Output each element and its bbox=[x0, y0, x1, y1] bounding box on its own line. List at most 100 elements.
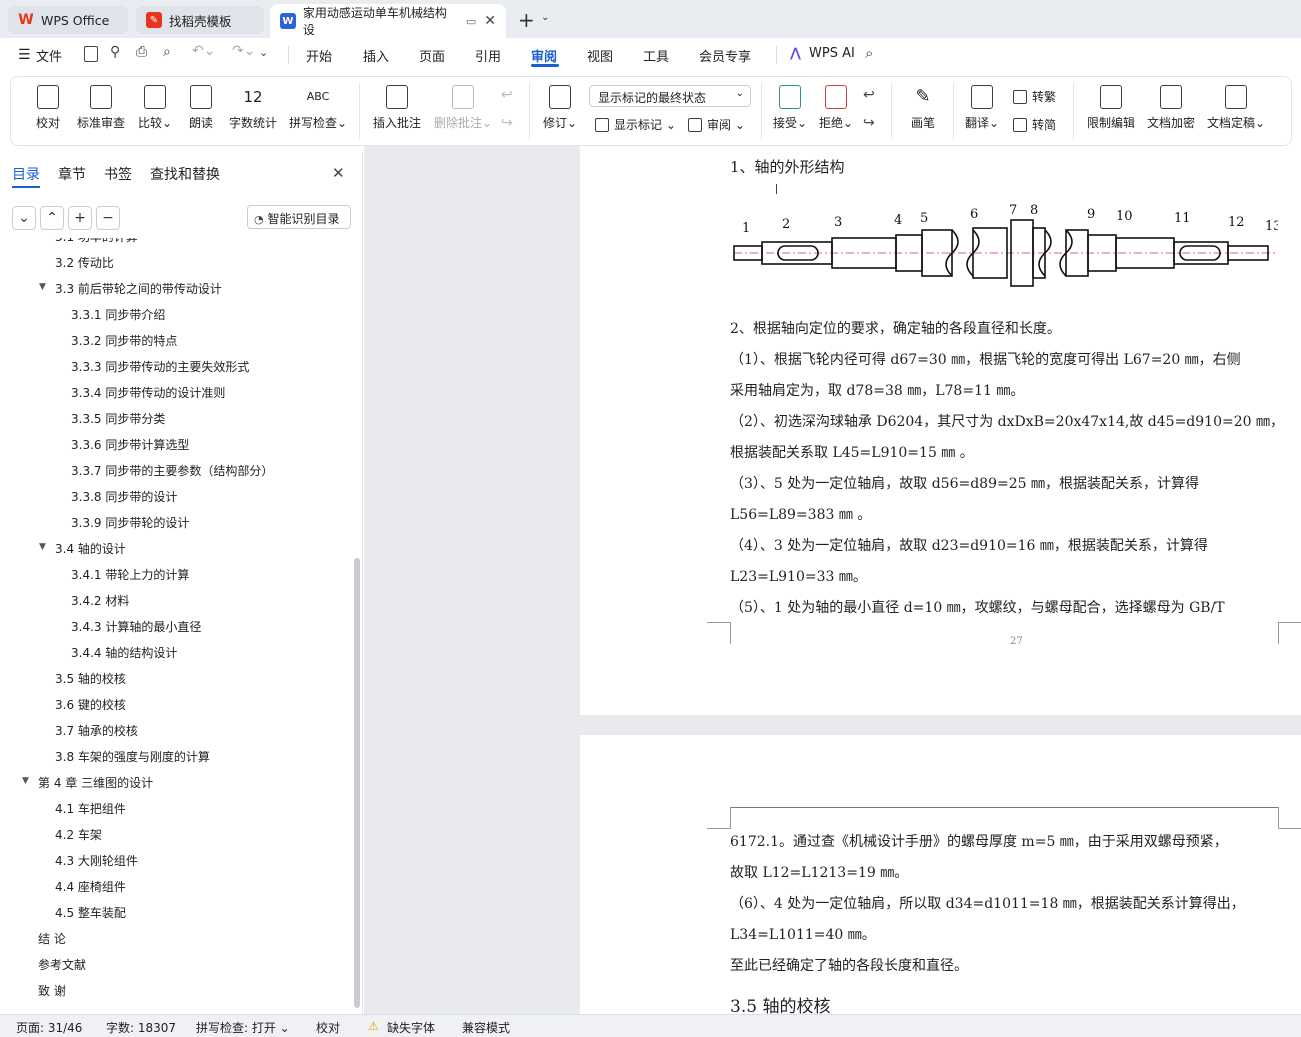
toc-item[interactable]: 3.4.4 轴的结构设计 bbox=[71, 644, 177, 661]
menu-tools[interactable]: 工具 bbox=[643, 46, 669, 65]
toc-item[interactable]: 4.1 车把组件 bbox=[55, 800, 126, 817]
expand-arrow-icon[interactable]: ▼ bbox=[22, 776, 29, 786]
next-comment-icon[interactable]: ↪ bbox=[501, 115, 513, 131]
restrict-edit-button[interactable]: 限制编辑 bbox=[1085, 77, 1137, 137]
next-revision-icon[interactable]: ↪ bbox=[863, 115, 875, 131]
show-marks-button[interactable]: 显示标记 ⌄ bbox=[595, 116, 676, 133]
toc-item[interactable]: 3.3.7 同步带的主要参数（结构部分） bbox=[71, 462, 273, 479]
toc-scrollbar[interactable] bbox=[354, 558, 360, 1008]
tab-bookmarks[interactable]: 书签 bbox=[104, 164, 132, 184]
menu-member[interactable]: 会员专享 bbox=[699, 46, 751, 65]
delete-comment-button[interactable]: 删除批注⌄ bbox=[431, 77, 495, 137]
toc-item[interactable]: 结 论 bbox=[38, 930, 66, 947]
word-count-button[interactable]: 12 字数统计 bbox=[227, 77, 279, 137]
toc-item[interactable]: 4.5 整车装配 bbox=[55, 904, 126, 921]
toc-item[interactable]: 第 4 章 三维图的设计 bbox=[38, 774, 153, 791]
display-state-select[interactable]: 显示标记的最终状态 ⌄ bbox=[589, 85, 751, 107]
toc-item[interactable]: 3.2 传动比 bbox=[55, 254, 114, 271]
chevron-down-icon[interactable]: ⌄ bbox=[541, 12, 549, 23]
remove-heading-button[interactable]: − bbox=[96, 206, 120, 230]
search-icon[interactable]: ⌕ bbox=[865, 44, 873, 62]
menu-wps-ai[interactable]: WPS AI bbox=[809, 46, 855, 61]
toc-item[interactable]: 3.3.6 同步带计算选型 bbox=[71, 436, 189, 453]
save-icon[interactable] bbox=[84, 46, 98, 62]
toc-item[interactable]: 3.4.3 计算轴的最小直径 bbox=[71, 618, 201, 635]
to-traditional-button[interactable]: 转繁 bbox=[1013, 88, 1056, 105]
toc-item[interactable]: 3.3.2 同步带的特点 bbox=[71, 332, 177, 349]
toc-item[interactable]: 3.3.1 同步带介绍 bbox=[71, 306, 165, 323]
insert-comment-button[interactable]: 插入批注 bbox=[371, 77, 423, 137]
toc-item[interactable]: 参考文献 bbox=[38, 956, 86, 973]
prev-revision-icon[interactable]: ↩ bbox=[863, 87, 875, 103]
translate-button[interactable]: 翻译⌄ bbox=[963, 77, 1001, 137]
more-icon[interactable]: ⌄ bbox=[259, 46, 268, 59]
hamburger-icon[interactable]: ☰ bbox=[18, 47, 31, 63]
expand-up-button[interactable]: ⌃ bbox=[40, 206, 64, 230]
undo-icon[interactable]: ↶⌄ bbox=[192, 43, 215, 59]
toc-item[interactable]: 致 谢 bbox=[38, 982, 66, 999]
menu-page[interactable]: 页面 bbox=[419, 46, 445, 65]
doc-encrypt-button[interactable]: 文档加密 bbox=[1145, 77, 1197, 137]
accept-button[interactable]: 接受⌄ bbox=[771, 77, 809, 137]
smart-toc-button[interactable]: ◔ 智能识别目录 bbox=[247, 205, 351, 229]
collapse-button[interactable]: ⌄ bbox=[12, 206, 36, 230]
word-count-status[interactable]: 字数: 18307 bbox=[106, 1019, 176, 1036]
read-aloud-button[interactable]: 朗读 bbox=[185, 77, 217, 137]
add-heading-button[interactable]: + bbox=[68, 206, 92, 230]
tab-toc[interactable]: 目录 bbox=[12, 164, 40, 184]
toc-item[interactable]: 3.3.5 同步带分类 bbox=[71, 410, 165, 427]
compat-mode-status[interactable]: 兼容模式 bbox=[462, 1019, 510, 1036]
format-painter-icon[interactable]: ⚲ bbox=[110, 44, 120, 60]
toc-item[interactable]: 3.8 车架的强度与刚度的计算 bbox=[55, 748, 210, 765]
monitor-icon[interactable]: ▭ bbox=[466, 15, 476, 28]
to-simplified-button[interactable]: 转简 bbox=[1013, 116, 1056, 133]
toc-item[interactable]: 3.7 轴承的校核 bbox=[55, 722, 138, 739]
close-tab-icon[interactable]: ✕ bbox=[484, 13, 496, 29]
tab-wps-office[interactable]: W WPS Office bbox=[8, 6, 128, 34]
expand-arrow-icon[interactable]: ▼ bbox=[39, 282, 46, 292]
toc-item[interactable]: 3.3.4 同步带传动的设计准则 bbox=[71, 384, 225, 401]
spell-check-button[interactable]: ABC 拼写检查⌄ bbox=[287, 77, 349, 137]
toc-item[interactable]: 3.3.8 同步带的设计 bbox=[71, 488, 177, 505]
redo-icon[interactable]: ↷⌄ bbox=[232, 43, 255, 59]
toc-item[interactable]: 3.6 键的校核 bbox=[55, 696, 126, 713]
revise-button[interactable]: 修订⌄ bbox=[541, 77, 579, 137]
print-preview-icon[interactable]: ⌕ bbox=[163, 44, 171, 60]
toc-item[interactable]: 4.4 座椅组件 bbox=[55, 878, 126, 895]
toc-item[interactable]: 3.3.9 同步带轮的设计 bbox=[71, 514, 189, 531]
expand-arrow-icon[interactable]: ▼ bbox=[39, 542, 46, 552]
print-icon[interactable]: ⎙ bbox=[136, 44, 147, 60]
menu-insert[interactable]: 插入 bbox=[363, 46, 389, 65]
toc-item[interactable]: 3.5 轴的校核 bbox=[55, 670, 126, 687]
spell-check-status[interactable]: 拼写检查: 打开 ⌄ bbox=[196, 1019, 290, 1036]
toc-item[interactable]: 3.3.3 同步带传动的主要失效形式 bbox=[71, 358, 249, 375]
toc-item[interactable]: 4.2 车架 bbox=[55, 826, 102, 843]
menu-file[interactable]: 文件 bbox=[36, 46, 62, 65]
review-pane-button[interactable]: 审阅 ⌄ bbox=[688, 116, 745, 133]
toc-item[interactable]: 4.3 大刚轮组件 bbox=[55, 852, 138, 869]
tab-chapters[interactable]: 章节 bbox=[58, 164, 86, 184]
tab-template[interactable]: ✎ 找稻壳模板 bbox=[136, 6, 264, 34]
menu-reference[interactable]: 引用 bbox=[475, 46, 501, 65]
menu-review[interactable]: 审阅 bbox=[531, 46, 557, 65]
standard-review-button[interactable]: 标准审查 bbox=[75, 77, 127, 137]
toc-item[interactable]: 3.4.2 材料 bbox=[71, 592, 129, 609]
menu-view[interactable]: 视图 bbox=[587, 46, 613, 65]
toc-item[interactable]: 3.4.1 带轮上力的计算 bbox=[71, 566, 189, 583]
doc-finalize-button[interactable]: 文档定稿⌄ bbox=[1205, 77, 1267, 137]
missing-font-status[interactable]: 缺失字体 bbox=[387, 1019, 435, 1036]
new-tab-icon[interactable]: + bbox=[518, 8, 535, 32]
tab-document[interactable]: W 家用动感运动单车机械结构设 ▭ ✕ bbox=[270, 4, 506, 38]
proofread-button[interactable]: 校对 bbox=[31, 77, 65, 137]
pen-button[interactable]: ✎ 画笔 bbox=[905, 77, 941, 137]
prev-comment-icon[interactable]: ↩ bbox=[501, 87, 513, 103]
toc-item[interactable]: 3.4 轴的设计 bbox=[55, 540, 126, 557]
close-panel-icon[interactable]: ✕ bbox=[332, 164, 345, 182]
compare-button[interactable]: 比较⌄ bbox=[135, 77, 175, 137]
menu-home[interactable]: 开始 bbox=[306, 46, 332, 65]
page-indicator[interactable]: 页面: 31/46 bbox=[16, 1019, 82, 1036]
reject-button[interactable]: 拒绝⌄ bbox=[817, 77, 855, 137]
toc-item[interactable]: 3.3 前后带轮之间的带传动设计 bbox=[55, 280, 222, 297]
proof-status[interactable]: 校对 bbox=[316, 1019, 340, 1036]
toc-item[interactable]: 3.1 功率的计算 bbox=[55, 238, 138, 245]
